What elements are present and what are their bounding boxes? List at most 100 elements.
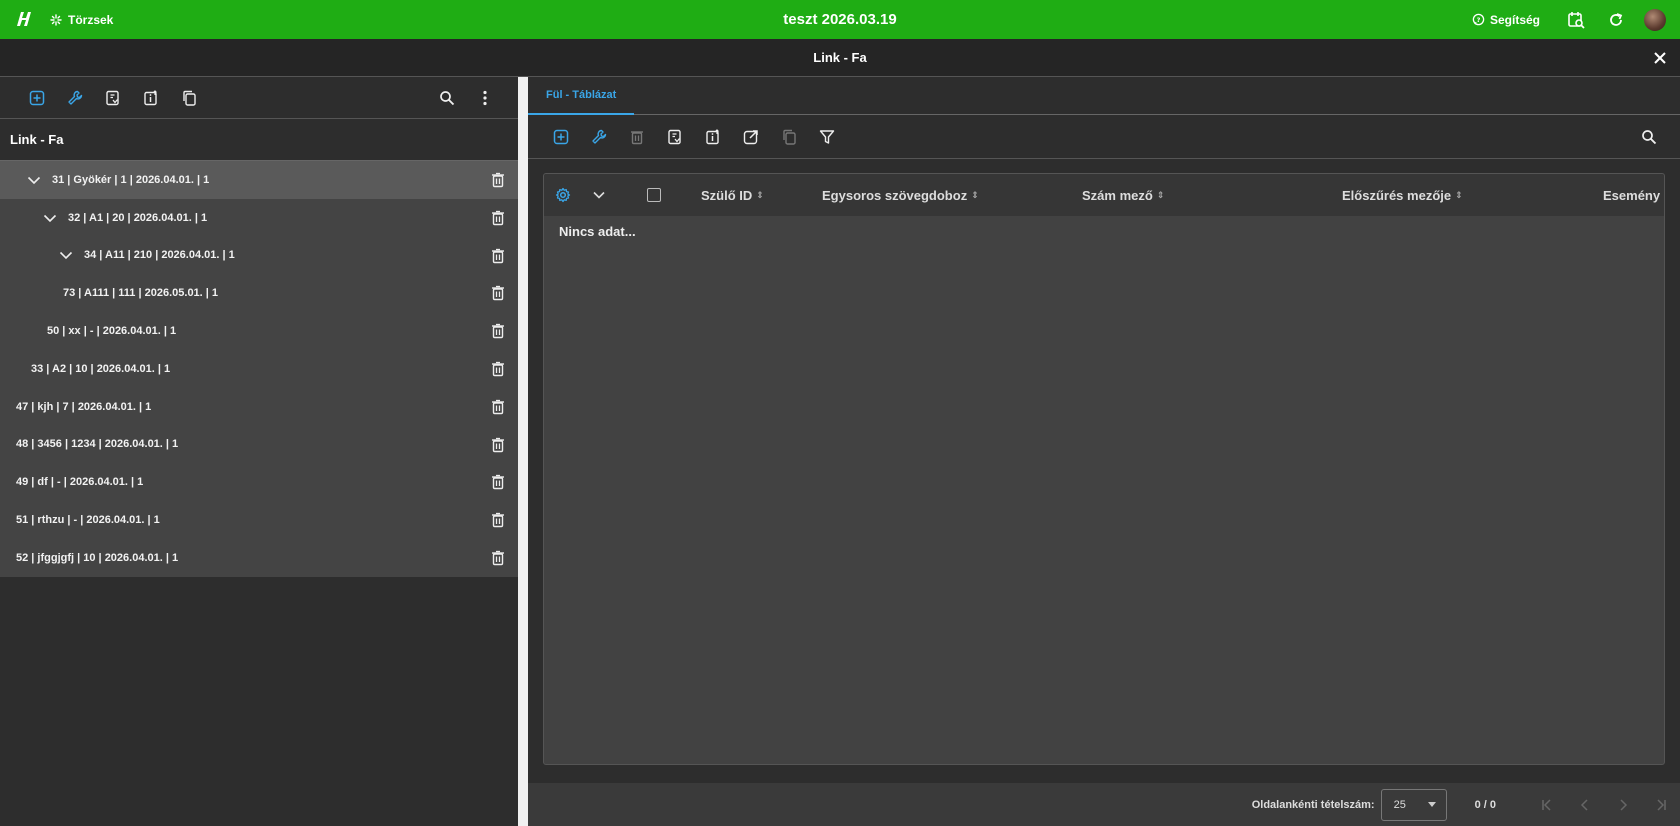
tree-node-label: 51 | rthzu | - | 2026.04.01. | 1 [16,514,160,527]
tree-panel: Link - Fa 31 | Gyökér | 1 | 2026.04.01. … [0,77,518,826]
chevron-down-icon[interactable] [42,210,58,226]
trash-icon[interactable] [490,361,506,377]
tree-node[interactable]: 49 | df | - | 2026.04.01. | 1 [0,463,518,501]
wrench-icon[interactable] [580,122,618,152]
more-vertical-icon[interactable] [466,83,504,113]
panel-splitter[interactable] [518,77,528,826]
close-icon[interactable] [1648,46,1672,70]
column-header-label: Szám mező [1082,187,1153,203]
tree-node[interactable]: 34 | A11 | 210 | 2026.04.01. | 1 [0,237,518,275]
import-info-icon[interactable] [132,83,170,113]
per-page-select[interactable]: 25 [1380,788,1447,821]
export-doc-icon[interactable] [94,83,132,113]
trash-icon[interactable] [490,172,506,188]
import-info-icon[interactable] [694,122,732,152]
column-header[interactable]: Szám mező ⇕ [1082,174,1164,216]
column-header-label: Előszűrés mezője [1342,187,1452,203]
tree-node[interactable]: 32 | A1 | 20 | 2026.04.01. | 1 [0,199,518,237]
last-page-icon[interactable] [1642,790,1680,820]
calendar-search-icon[interactable] [1556,0,1596,39]
tree-node-label: 34 | A11 | 210 | 2026.04.01. | 1 [84,249,235,262]
empty-message: Nincs adat... [559,224,636,239]
tree-node[interactable]: 52 | jfggjgfj | 10 | 2026.04.01. | 1 [0,539,518,577]
expand-all-chevron-icon[interactable] [592,174,606,216]
trash-icon[interactable] [490,437,506,453]
sort-icon: ⇕ [971,189,979,200]
tree-node[interactable]: 48 | 3456 | 1234 | 2026.04.01. | 1 [0,426,518,464]
trash-icon[interactable] [490,210,506,226]
delete-icon[interactable] [618,122,656,152]
column-header[interactable]: Egysoros szövegdoboz ⇕ [822,174,979,216]
trash-icon[interactable] [490,474,506,490]
tab-ful-tablazat[interactable]: Fül - Táblázat [528,77,635,115]
column-header-label: Egysoros szövegdoboz [822,187,968,203]
tree-node[interactable]: 51 | rthzu | - | 2026.04.01. | 1 [0,501,518,539]
copy-icon[interactable] [770,122,808,152]
user-avatar[interactable] [1644,8,1666,31]
refresh-icon[interactable] [1596,0,1636,39]
tree-node[interactable]: 50 | xx | - | 2026.04.01. | 1 [0,312,518,350]
prev-page-icon[interactable] [1566,790,1604,820]
app-logo-icon[interactable] [14,9,34,29]
chevron-down-icon[interactable] [58,247,74,263]
app-title: teszt 2026.03.19 [783,11,897,28]
help-chat-icon: ? [1472,13,1485,26]
tree-node[interactable]: 31 | Gyökér | 1 | 2026.04.01. | 1 [0,161,518,199]
filter-icon[interactable] [808,122,846,152]
tree-node[interactable]: 73 | A111 | 111 | 2026.05.01. | 1 [0,274,518,312]
table-header: Szülő ID ⇕ Egysoros szövegdoboz ⇕ Szám mez… [544,174,1664,216]
trash-icon[interactable] [490,550,506,566]
column-settings-icon[interactable] [555,174,571,216]
data-table: Szülő ID ⇕ Egysoros szövegdoboz ⇕ Szám mez… [543,173,1665,765]
search-icon[interactable] [428,83,466,113]
top-bar: Törzsek teszt 2026.03.19 ? Segítség [0,0,1680,39]
tree-node-label: 32 | A1 | 20 | 2026.04.01. | 1 [68,211,208,224]
column-header[interactable]: Szülő ID ⇕ [701,174,764,216]
first-page-icon[interactable] [1528,790,1566,820]
window-header: Link - Fa [0,39,1680,77]
tab-bar: Fül - Táblázat [528,77,1680,115]
tree-header: Link - Fa [0,119,518,161]
column-header-label: Szülő ID [701,187,753,203]
sort-icon: ⇕ [1156,189,1165,200]
copy-icon[interactable] [170,83,208,113]
tree-node[interactable]: 47 | kjh | 7 | 2026.04.01. | 1 [0,388,518,426]
tree-node-label: 50 | xx | - | 2026.04.01. | 1 [47,325,177,338]
export-doc-icon[interactable] [656,122,694,152]
add-icon[interactable] [18,83,56,113]
table-panel: Fül - Táblázat Szülő ID ⇕ Egysoros szöve… [528,77,1680,826]
tree-node-label: 48 | 3456 | 1234 | 2026.04.01. | 1 [16,438,179,451]
open-external-icon[interactable] [732,122,770,152]
svg-text:?: ? [1477,16,1481,24]
chevron-down-icon[interactable] [26,172,42,188]
wrench-icon[interactable] [56,83,94,113]
trash-icon[interactable] [490,399,506,415]
tree-node-label: 52 | jfggjgfj | 10 | 2026.04.01. | 1 [16,551,179,564]
select-all-checkbox[interactable] [647,174,661,216]
next-page-icon[interactable] [1604,790,1642,820]
pagination-footer: Oldalankénti tételszám: 25 0 / 0 [528,783,1680,826]
trash-icon[interactable] [490,285,506,301]
trash-icon[interactable] [490,248,506,264]
trash-icon[interactable] [490,512,506,528]
window-title: Link - Fa [813,50,867,65]
tree-toolbar [0,77,518,119]
caret-down-icon [1427,802,1436,807]
tree-node-label: 73 | A111 | 111 | 2026.05.01. | 1 [63,287,219,300]
per-page-label: Oldalankénti tételszám: [1251,798,1375,811]
tree-node-label: 31 | Gyökér | 1 | 2026.04.01. | 1 [52,173,210,186]
help-button[interactable]: ? Segítség [1472,13,1540,27]
column-header[interactable]: Esemény [1603,174,1660,216]
table-toolbar [528,115,1680,159]
add-icon[interactable] [542,122,580,152]
tree-list: 31 | Gyökér | 1 | 2026.04.01. | 1 32 | A1… [0,161,518,577]
column-header[interactable]: Előszűrés mezője ⇕ [1342,174,1463,216]
tree-node[interactable]: 33 | A2 | 10 | 2026.04.01. | 1 [0,350,518,388]
tree-node-label: 33 | A2 | 10 | 2026.04.01. | 1 [31,362,171,375]
tree-node-label: 47 | kjh | 7 | 2026.04.01. | 1 [16,400,152,413]
search-icon[interactable] [1630,122,1668,152]
checkbox[interactable] [647,188,661,202]
nav-torzsek[interactable]: Törzsek [50,0,113,39]
column-header-label: Esemény [1603,187,1661,203]
trash-icon[interactable] [490,323,506,339]
